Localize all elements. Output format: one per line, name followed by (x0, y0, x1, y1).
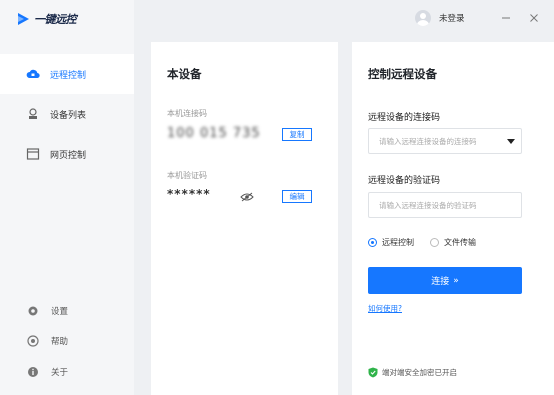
remote-code-input[interactable] (369, 129, 521, 154)
security-status: 端对端安全加密已开启 (368, 367, 457, 378)
radio-unselected-icon[interactable] (430, 238, 439, 247)
sidebar-item-label: 设备列表 (50, 110, 87, 121)
radio-remote-label: 远程控制 (382, 238, 414, 247)
title-bar: 未登录 (134, 0, 554, 40)
radio-file-transfer[interactable]: 文件传输 (430, 237, 476, 248)
avatar (415, 10, 431, 26)
local-verify-value: ****** (167, 187, 211, 201)
remote-verify-input[interactable] (369, 193, 521, 218)
settings-label: 设置 (51, 307, 69, 317)
app-logo: 一键远控 (16, 10, 77, 28)
help-item[interactable]: 帮助 (0, 329, 134, 353)
minimize-icon (502, 17, 510, 19)
security-label: 端对端安全加密已开启 (382, 368, 457, 377)
help-label: 帮助 (51, 337, 69, 347)
remote-code-label: 远程设备的连接码 (368, 113, 441, 123)
logo-play-icon (18, 13, 29, 25)
remote-verify-field[interactable] (368, 192, 522, 218)
remote-code-field[interactable] (368, 128, 522, 154)
login-status: 未登录 (439, 14, 465, 24)
app-title: 一键远控 (34, 13, 77, 26)
close-button[interactable] (528, 12, 540, 24)
shield-check-icon (368, 367, 378, 378)
sidebar-item-label: 网页控制 (50, 150, 87, 161)
settings-item[interactable]: 设置 (0, 299, 134, 323)
radio-remote-control[interactable]: 远程控制 (368, 237, 414, 248)
cloud-remote-icon (26, 67, 40, 81)
mode-radio-group: 远程控制 文件传输 (368, 237, 492, 248)
local-device-title: 本设备 (167, 67, 202, 81)
gear-icon (27, 305, 39, 317)
local-code-label: 本机连接码 (167, 109, 207, 118)
local-device-panel: 本设备 本机连接码 100 015 735 复制 本机验证码 ****** 编辑 (151, 42, 338, 395)
help-icon (27, 335, 39, 347)
copy-button[interactable]: 复制 (282, 128, 312, 141)
local-verify-label: 本机验证码 (167, 171, 207, 180)
radio-selected-icon[interactable] (368, 238, 377, 247)
close-icon (530, 14, 538, 22)
user-login-area[interactable]: 未登录 (415, 10, 465, 26)
double-chevron-right-icon: » (453, 275, 459, 286)
how-to-use-link[interactable]: 如何使用? (368, 303, 402, 314)
radio-file-label: 文件传输 (444, 238, 476, 247)
sidebar: 一键远控 远程控制 设备列表 网页控制 设置 帮助 关于 (0, 0, 134, 395)
edit-button[interactable]: 编辑 (282, 190, 312, 203)
info-icon (27, 366, 39, 378)
device-list-icon (26, 107, 40, 121)
hide-password-eye-icon[interactable] (240, 192, 254, 202)
connect-button[interactable]: 连接 » (368, 267, 522, 294)
remote-verify-label: 远程设备的验证码 (368, 176, 441, 186)
about-label: 关于 (51, 368, 69, 378)
sidebar-item-device-list[interactable]: 设备列表 (0, 94, 134, 134)
minimize-button[interactable] (500, 12, 512, 24)
connect-label: 连接 (431, 277, 450, 287)
about-item[interactable]: 关于 (0, 360, 134, 384)
remote-title: 控制远程设备 (368, 67, 437, 81)
sidebar-item-remote-control[interactable]: 远程控制 (0, 54, 134, 94)
sidebar-item-web-control[interactable]: 网页控制 (0, 134, 134, 174)
sidebar-item-label: 远程控制 (50, 70, 87, 81)
browser-window-icon (26, 147, 40, 161)
local-code-value: 100 015 735 (167, 126, 261, 141)
remote-control-panel: 控制远程设备 远程设备的连接码 远程设备的验证码 远程控制 文件传输 连接 » … (352, 42, 554, 395)
dropdown-arrow-icon[interactable] (507, 139, 515, 144)
